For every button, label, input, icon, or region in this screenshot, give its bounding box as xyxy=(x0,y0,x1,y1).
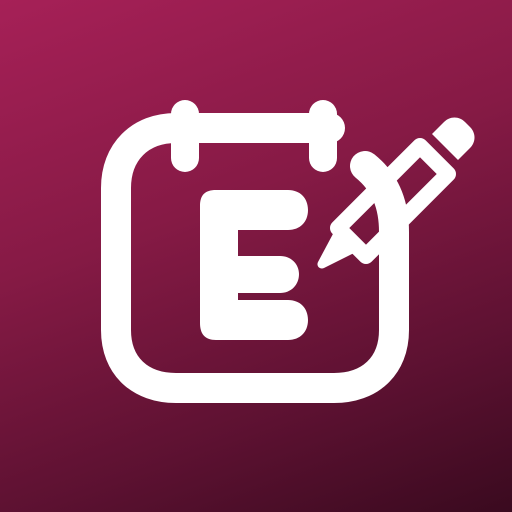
letter-e-glyph xyxy=(200,190,308,340)
notepad-edit-icon xyxy=(101,100,475,403)
app-icon xyxy=(0,0,512,512)
binder-ring-left xyxy=(171,100,199,172)
binder-ring-right xyxy=(309,100,337,172)
